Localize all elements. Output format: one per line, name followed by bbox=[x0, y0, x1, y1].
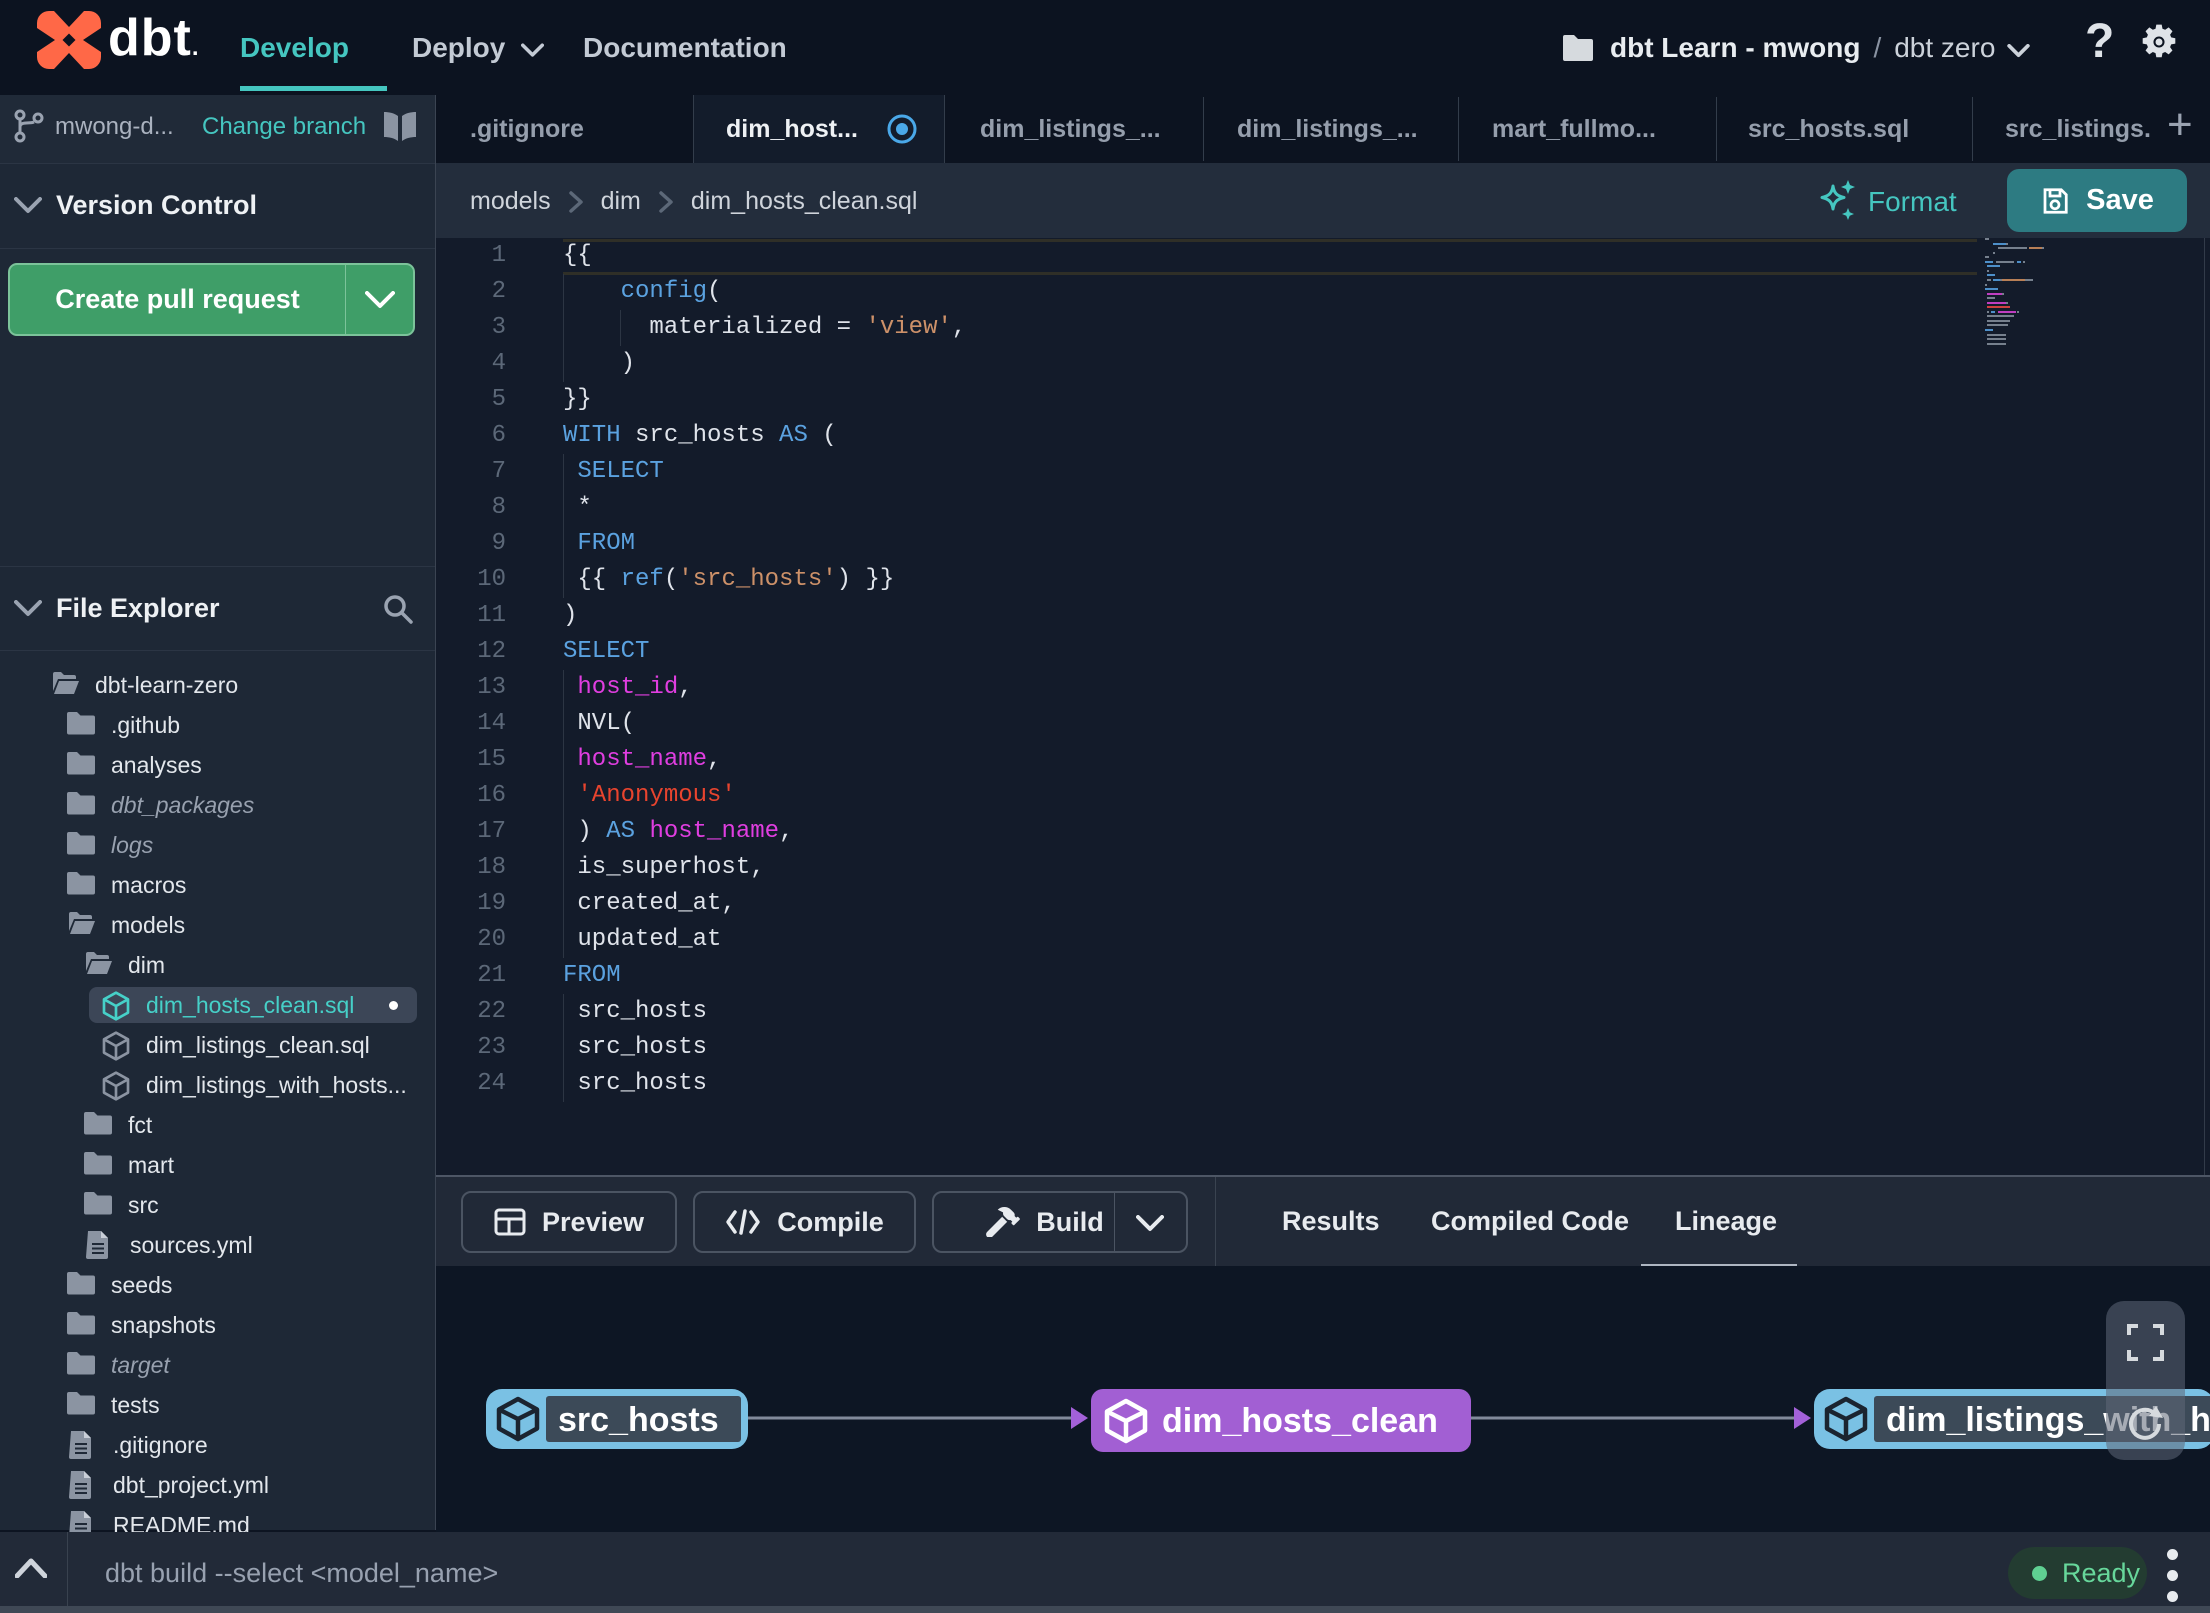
svg-text:dim_hosts_clean: dim_hosts_clean bbox=[1162, 1402, 1438, 1440]
svg-text:src_hosts: src_hosts bbox=[558, 1401, 719, 1439]
